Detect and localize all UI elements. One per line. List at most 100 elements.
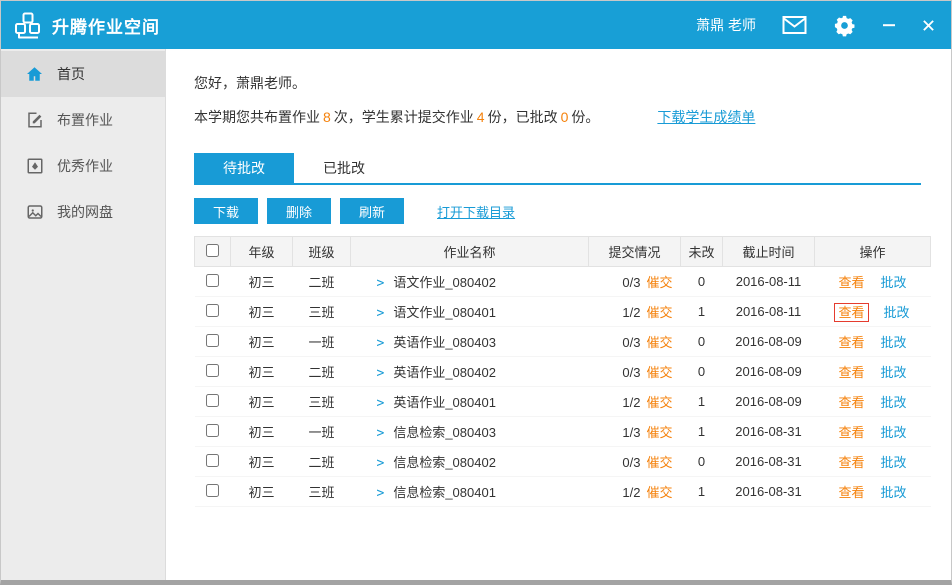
submission-count: 0/3	[622, 455, 640, 470]
table-row: 初三 三班 >语文作业_080401 1/2催交 1 2016-08-11 查看…	[195, 297, 931, 327]
tab-bar: 待批改 已批改	[194, 153, 921, 185]
expand-arrow-icon[interactable]: >	[377, 276, 385, 291]
ungraded-count: 1	[681, 387, 723, 417]
homework-name-link[interactable]: 信息检索_080401	[393, 485, 496, 500]
row-grade: 初三	[231, 417, 293, 447]
homework-name-link[interactable]: 信息检索_080403	[393, 425, 496, 440]
deadline-date: 2016-08-11	[723, 267, 815, 297]
row-checkbox[interactable]	[206, 304, 219, 317]
review-link[interactable]: 批改	[881, 395, 907, 410]
sidebar-item-excellent-homework[interactable]: 优秀作业	[1, 143, 165, 189]
expand-arrow-icon[interactable]: >	[377, 306, 385, 321]
view-link[interactable]: 查看	[838, 425, 864, 440]
assigned-count: 8	[320, 109, 334, 125]
my-drive-icon	[25, 203, 44, 221]
row-checkbox[interactable]	[206, 484, 219, 497]
ungraded-count: 0	[681, 447, 723, 477]
sidebar-item-label: 首页	[57, 64, 85, 84]
header-homework-name: 作业名称	[351, 237, 589, 267]
homework-name-link[interactable]: 语文作业_080401	[393, 305, 496, 320]
urge-submit-link[interactable]: 催交	[646, 455, 672, 470]
view-link[interactable]: 查看	[835, 304, 867, 321]
select-all-checkbox[interactable]	[206, 244, 219, 257]
sidebar-item-label: 布置作业	[57, 110, 113, 130]
homework-name-link[interactable]: 英语作业_080403	[393, 335, 496, 350]
row-checkbox[interactable]	[206, 274, 219, 287]
review-link[interactable]: 批改	[881, 455, 907, 470]
homework-name-link[interactable]: 语文作业_080402	[393, 275, 496, 290]
sidebar-item-home[interactable]: 首页	[1, 51, 165, 97]
deadline-date: 2016-08-31	[723, 477, 815, 507]
review-link[interactable]: 批改	[881, 335, 907, 350]
homework-name-link[interactable]: 英语作业_080402	[393, 365, 496, 380]
user-name[interactable]: 萧鼎 老师	[696, 15, 756, 35]
download-transcript-link[interactable]: 下载学生成绩单	[657, 109, 755, 125]
table-row: 初三 二班 >信息检索_080402 0/3催交 0 2016-08-31 查看…	[195, 447, 931, 477]
submission-count: 1/2	[622, 485, 640, 500]
review-link[interactable]: 批改	[884, 305, 910, 320]
urge-submit-link[interactable]: 催交	[646, 365, 672, 380]
sidebar-item-label: 优秀作业	[57, 156, 113, 176]
ungraded-count: 0	[681, 357, 723, 387]
expand-arrow-icon[interactable]: >	[377, 366, 385, 381]
row-grade: 初三	[231, 297, 293, 327]
sidebar-item-my-drive[interactable]: 我的网盘	[1, 189, 165, 235]
stats-line: 本学期您共布置作业8次，学生累计提交作业4份，已批改0份。下载学生成绩单	[194, 107, 921, 127]
sidebar-item-assign-homework[interactable]: 布置作业	[1, 97, 165, 143]
ungraded-count: 1	[681, 477, 723, 507]
open-download-dir-link[interactable]: 打开下载目录	[437, 202, 515, 221]
header-ungraded: 未改	[681, 237, 723, 267]
expand-arrow-icon[interactable]: >	[377, 336, 385, 351]
deadline-date: 2016-08-11	[723, 297, 815, 327]
deadline-date: 2016-08-09	[723, 387, 815, 417]
view-link[interactable]: 查看	[838, 275, 864, 290]
download-button[interactable]: 下载	[194, 198, 258, 224]
urge-submit-link[interactable]: 催交	[646, 305, 672, 320]
submission-count: 1/2	[622, 305, 640, 320]
submitted-count: 4	[474, 109, 488, 125]
review-link[interactable]: 批改	[881, 365, 907, 380]
homework-name-link[interactable]: 英语作业_080401	[393, 395, 496, 410]
urge-submit-link[interactable]: 催交	[646, 395, 672, 410]
row-checkbox[interactable]	[206, 364, 219, 377]
row-checkbox[interactable]	[206, 424, 219, 437]
view-link[interactable]: 查看	[838, 485, 864, 500]
minimize-button[interactable]	[882, 18, 896, 32]
expand-arrow-icon[interactable]: >	[377, 456, 385, 471]
review-link[interactable]: 批改	[881, 485, 907, 500]
expand-arrow-icon[interactable]: >	[377, 396, 385, 411]
submission-count: 1/2	[622, 395, 640, 410]
settings-gear-icon[interactable]	[833, 14, 856, 37]
row-checkbox[interactable]	[206, 454, 219, 467]
homework-name-link[interactable]: 信息检索_080402	[393, 455, 496, 470]
view-link[interactable]: 查看	[838, 395, 864, 410]
tab-reviewed[interactable]: 已批改	[294, 153, 394, 183]
table-row: 初三 一班 >信息检索_080403 1/3催交 1 2016-08-31 查看…	[195, 417, 931, 447]
delete-button[interactable]: 删除	[267, 198, 331, 224]
view-link[interactable]: 查看	[838, 455, 864, 470]
row-grade: 初三	[231, 447, 293, 477]
close-button[interactable]	[922, 19, 935, 32]
mail-icon[interactable]	[782, 16, 807, 34]
row-checkbox[interactable]	[206, 394, 219, 407]
urge-submit-link[interactable]: 催交	[646, 425, 672, 440]
expand-arrow-icon[interactable]: >	[377, 426, 385, 441]
view-link[interactable]: 查看	[838, 365, 864, 380]
review-link[interactable]: 批改	[881, 275, 907, 290]
urge-submit-link[interactable]: 催交	[646, 275, 672, 290]
ungraded-count: 1	[681, 297, 723, 327]
expand-arrow-icon[interactable]: >	[377, 486, 385, 501]
tab-pending-review[interactable]: 待批改	[194, 153, 294, 183]
row-grade: 初三	[231, 477, 293, 507]
refresh-button[interactable]: 刷新	[340, 198, 404, 224]
urge-submit-link[interactable]: 催交	[646, 335, 672, 350]
toolbar: 下载 删除 刷新 打开下载目录	[194, 198, 921, 224]
titlebar: 升腾作业空间 萧鼎 老师	[1, 1, 951, 49]
view-link[interactable]: 查看	[838, 335, 864, 350]
deadline-date: 2016-08-31	[723, 417, 815, 447]
stats-text: 份，已批改	[488, 109, 558, 125]
row-checkbox[interactable]	[206, 334, 219, 347]
review-link[interactable]: 批改	[881, 425, 907, 440]
deadline-date: 2016-08-09	[723, 357, 815, 387]
urge-submit-link[interactable]: 催交	[646, 485, 672, 500]
